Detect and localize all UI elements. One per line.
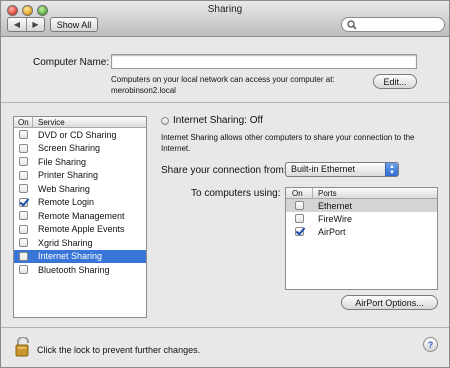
status-indicator-icon bbox=[161, 117, 169, 125]
service-label: Remote Apple Events bbox=[38, 224, 125, 235]
ports-table: On Ports Ethernet FireWire AirPort bbox=[285, 187, 438, 290]
service-label: Bluetooth Sharing bbox=[38, 264, 110, 275]
port-checkbox-cell bbox=[286, 227, 313, 236]
computer-name-note: Computers on your local network can acce… bbox=[111, 74, 371, 96]
ports-list: Ethernet FireWire AirPort bbox=[286, 199, 437, 238]
airport-options-button[interactable]: AirPort Options... bbox=[341, 295, 438, 310]
search-icon bbox=[347, 20, 357, 30]
service-description-line: Internet. bbox=[161, 144, 191, 153]
service-description: Internet Sharing allows other computers … bbox=[161, 132, 441, 154]
service-row[interactable]: Screen Sharing bbox=[14, 142, 146, 156]
service-enable-checkbox[interactable] bbox=[19, 211, 28, 221]
service-enable-checkbox[interactable] bbox=[19, 170, 28, 180]
service-checkbox-cell bbox=[14, 143, 33, 153]
port-checkbox-cell bbox=[286, 214, 313, 223]
column-header-on[interactable]: On bbox=[286, 188, 313, 198]
service-checkbox-cell bbox=[14, 238, 33, 248]
port-row[interactable]: FireWire bbox=[286, 212, 437, 225]
service-checkbox-cell bbox=[14, 251, 33, 261]
title-bar: Sharing ◀ ▶ Show All bbox=[1, 1, 449, 37]
service-label: Printer Sharing bbox=[38, 170, 99, 181]
share-from-popup[interactable]: Built-in Ethernet ▲ ▼ bbox=[285, 162, 399, 177]
services-table-header: On Service bbox=[14, 117, 146, 128]
back-button[interactable]: ◀ bbox=[8, 18, 26, 31]
service-row[interactable]: Remote Management bbox=[14, 209, 146, 223]
service-checkbox-cell bbox=[14, 211, 33, 221]
service-enable-checkbox[interactable] bbox=[19, 197, 28, 207]
back-forward-control: ◀ ▶ bbox=[7, 17, 45, 32]
column-header-service[interactable]: Service bbox=[33, 117, 65, 127]
service-row[interactable]: Remote Apple Events bbox=[14, 223, 146, 237]
divider bbox=[1, 102, 449, 103]
service-enable-checkbox[interactable] bbox=[19, 157, 28, 167]
forward-button[interactable]: ▶ bbox=[26, 18, 44, 31]
show-all-button[interactable]: Show All bbox=[50, 17, 98, 32]
service-status-title: Internet Sharing: Off bbox=[173, 115, 263, 126]
search-field[interactable] bbox=[341, 17, 445, 32]
port-enable-checkbox[interactable] bbox=[295, 214, 304, 223]
port-enable-checkbox[interactable] bbox=[295, 201, 304, 210]
port-label: AirPort bbox=[318, 226, 346, 237]
port-checkbox-cell bbox=[286, 201, 313, 210]
help-button[interactable]: ? bbox=[423, 337, 438, 352]
service-row[interactable]: File Sharing bbox=[14, 155, 146, 169]
share-from-value: Built-in Ethernet bbox=[291, 164, 356, 174]
service-label: Xgrid Sharing bbox=[38, 237, 93, 248]
service-checkbox-cell bbox=[14, 170, 33, 180]
lock-icon[interactable] bbox=[15, 336, 31, 359]
divider bbox=[1, 327, 449, 328]
computer-name-note-text: Computers on your local network can acce… bbox=[111, 75, 335, 84]
service-checkbox-cell bbox=[14, 224, 33, 234]
computer-name-label: Computer Name: bbox=[33, 57, 110, 68]
port-enable-checkbox[interactable] bbox=[295, 227, 304, 236]
computer-name-field[interactable] bbox=[111, 54, 417, 69]
service-row[interactable]: Bluetooth Sharing bbox=[14, 263, 146, 277]
share-from-label: Share your connection from: bbox=[161, 165, 287, 176]
local-hostname: merobinson2.local bbox=[111, 86, 176, 95]
service-label: Screen Sharing bbox=[38, 143, 101, 154]
column-header-on[interactable]: On bbox=[14, 117, 33, 127]
service-row[interactable]: Web Sharing bbox=[14, 182, 146, 196]
service-row[interactable]: Xgrid Sharing bbox=[14, 236, 146, 250]
edit-button[interactable]: Edit... bbox=[373, 74, 417, 89]
popup-arrows-icon: ▲ ▼ bbox=[385, 163, 398, 176]
service-checkbox-cell bbox=[14, 265, 33, 275]
sharing-window: Sharing ◀ ▶ Show All Computer Name: Comp… bbox=[0, 0, 450, 368]
service-enable-checkbox[interactable] bbox=[19, 184, 28, 194]
service-row[interactable]: Printer Sharing bbox=[14, 169, 146, 183]
service-enable-checkbox[interactable] bbox=[19, 265, 28, 275]
ports-table-header: On Ports bbox=[286, 188, 437, 199]
services-list: DVD or CD Sharing Screen Sharing File Shar… bbox=[14, 128, 146, 277]
port-label: Ethernet bbox=[318, 200, 353, 211]
service-row[interactable]: Remote Login bbox=[14, 196, 146, 210]
port-row[interactable]: AirPort bbox=[286, 225, 437, 238]
service-description-line: Internet Sharing allows other computers … bbox=[161, 133, 415, 142]
service-label: DVD or CD Sharing bbox=[38, 129, 117, 140]
services-table: On Service DVD or CD Sharing Screen Shari… bbox=[13, 116, 147, 318]
column-header-ports[interactable]: Ports bbox=[313, 188, 337, 198]
lock-message: Click the lock to prevent further change… bbox=[37, 345, 201, 355]
service-label: Remote Login bbox=[38, 197, 95, 208]
window-title: Sharing bbox=[207, 4, 243, 15]
service-checkbox-cell bbox=[14, 157, 33, 167]
service-checkbox-cell bbox=[14, 130, 33, 140]
service-checkbox-cell bbox=[14, 197, 33, 207]
service-enable-checkbox[interactable] bbox=[19, 130, 28, 140]
service-row[interactable]: DVD or CD Sharing bbox=[14, 128, 146, 142]
to-computers-label: To computers using: bbox=[191, 188, 281, 199]
service-label: Web Sharing bbox=[38, 183, 90, 194]
port-label: FireWire bbox=[318, 213, 352, 224]
port-row[interactable]: Ethernet bbox=[286, 199, 437, 212]
service-enable-checkbox[interactable] bbox=[19, 238, 28, 248]
service-label: Remote Management bbox=[38, 210, 125, 221]
service-row[interactable]: Internet Sharing bbox=[14, 249, 146, 263]
service-enable-checkbox[interactable] bbox=[19, 143, 28, 153]
service-enable-checkbox[interactable] bbox=[19, 224, 28, 234]
service-checkbox-cell bbox=[14, 184, 33, 194]
service-label: File Sharing bbox=[38, 156, 87, 167]
service-enable-checkbox[interactable] bbox=[19, 251, 28, 261]
service-label: Internet Sharing bbox=[38, 251, 103, 262]
